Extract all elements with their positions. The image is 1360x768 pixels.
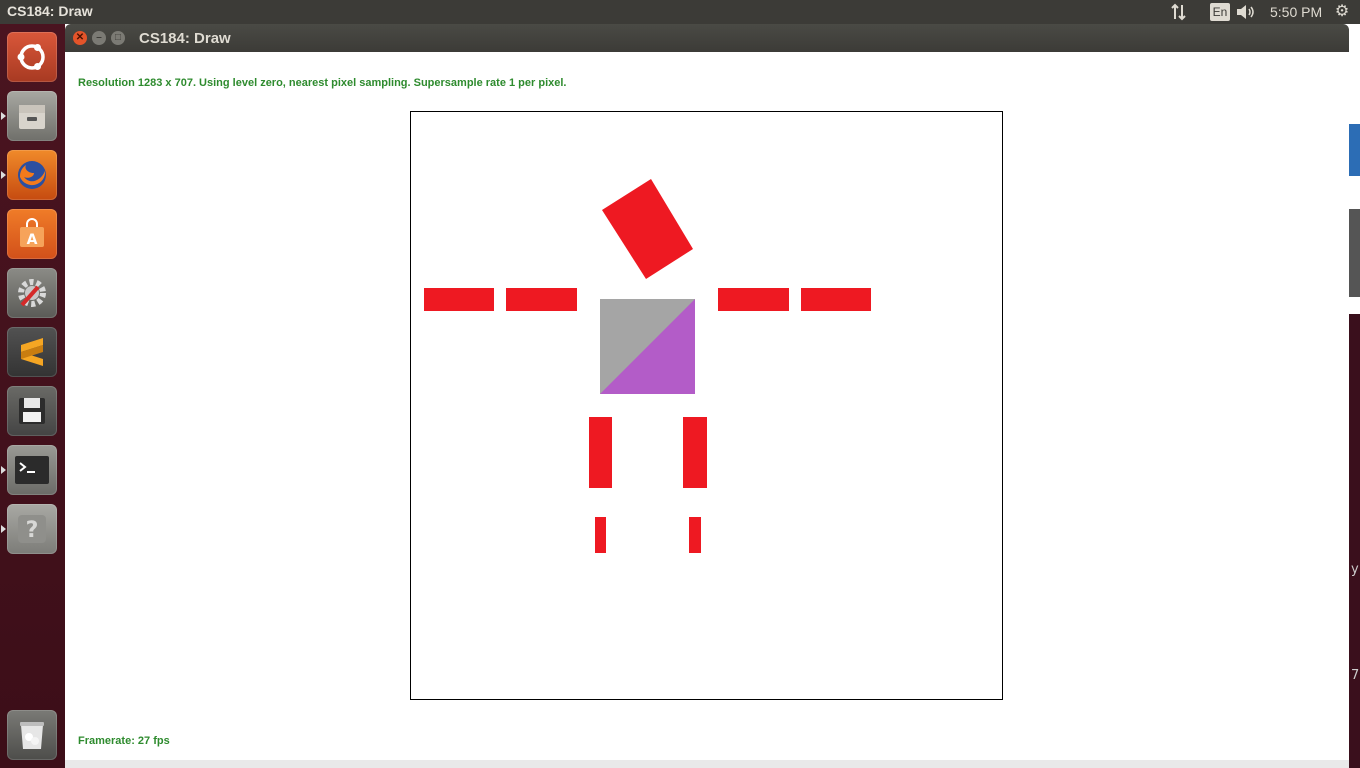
close-icon[interactable]: ✕ xyxy=(73,31,87,45)
software-center-icon[interactable]: A xyxy=(7,209,57,259)
window-title: CS184: Draw xyxy=(139,30,231,47)
stick-figure-drawing xyxy=(424,179,871,553)
edge-text-1: y xyxy=(1351,562,1359,577)
minimize-icon[interactable]: – xyxy=(92,31,106,45)
right-shin xyxy=(689,517,701,553)
edge-text-2: 7 xyxy=(1351,668,1360,683)
window-titlebar[interactable]: ✕ – □ CS184: Draw xyxy=(65,24,1349,52)
launcher: A ? xyxy=(0,24,66,768)
right-arm-inner xyxy=(718,288,789,311)
left-thigh xyxy=(589,417,612,488)
active-app-title: CS184: Draw xyxy=(7,3,93,19)
save-disk-icon[interactable] xyxy=(7,386,57,436)
network-arrows-icon[interactable] xyxy=(1170,0,1190,24)
svg-canvas[interactable] xyxy=(410,111,1003,700)
left-arm-inner xyxy=(506,288,577,311)
trash-icon[interactable] xyxy=(7,710,57,760)
figure-head xyxy=(602,179,693,279)
svg-text:?: ? xyxy=(26,518,39,543)
system-settings-icon[interactable] xyxy=(7,268,57,318)
background-window-strip xyxy=(65,760,1349,768)
help-icon[interactable]: ? xyxy=(1,504,57,554)
sublime-text-icon[interactable] xyxy=(7,327,57,377)
draw-viewport[interactable]: Resolution 1283 x 707. Using level zero,… xyxy=(65,52,1349,760)
top-panel: CS184: Draw En 5:50 PM ⚙ xyxy=(0,0,1360,24)
background-window-edge: y 7 xyxy=(1349,24,1360,768)
ubuntu-dash-icon[interactable] xyxy=(7,32,57,82)
right-thigh xyxy=(683,417,707,488)
left-shin xyxy=(595,517,606,553)
keyboard-layout-indicator[interactable]: En xyxy=(1210,3,1230,21)
firefox-icon[interactable] xyxy=(1,150,57,200)
maximize-icon[interactable]: □ xyxy=(111,31,125,45)
gear-icon[interactable]: ⚙ xyxy=(1332,0,1352,24)
app-window: ✕ – □ CS184: Draw Resolution 1283 x 707.… xyxy=(65,24,1349,760)
clock[interactable]: 5:50 PM xyxy=(1270,0,1322,24)
files-icon[interactable] xyxy=(1,91,57,141)
resolution-status: Resolution 1283 x 707. Using level zero,… xyxy=(78,77,567,89)
svg-text:A: A xyxy=(27,232,38,248)
framerate-status: Framerate: 27 fps xyxy=(78,735,170,747)
terminal-icon[interactable] xyxy=(1,445,57,495)
right-arm-outer xyxy=(801,288,871,311)
volume-icon[interactable] xyxy=(1234,0,1256,24)
left-arm-outer xyxy=(424,288,494,311)
